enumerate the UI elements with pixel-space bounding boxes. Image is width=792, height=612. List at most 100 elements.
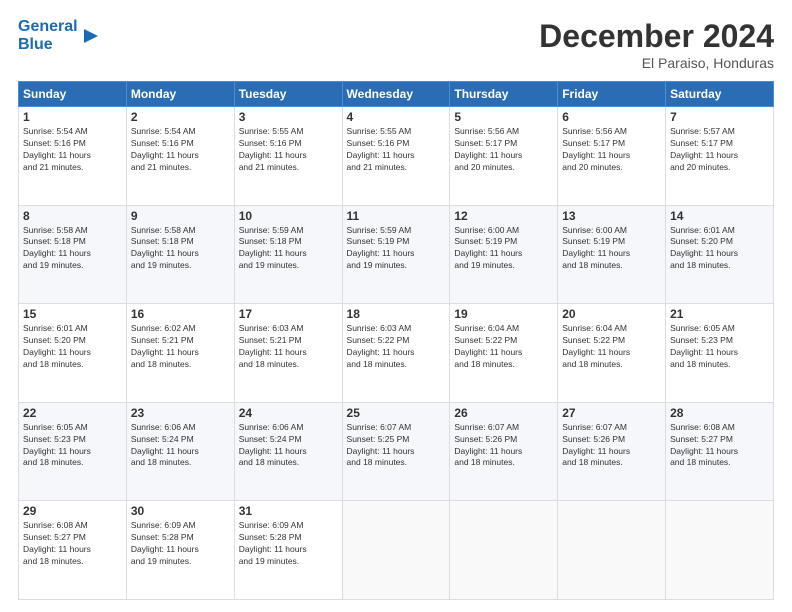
calendar-day-cell: 4Sunrise: 5:55 AM Sunset: 5:16 PM Daylig… [342, 107, 450, 206]
day-number: 31 [239, 504, 338, 518]
calendar-day-cell: 28Sunrise: 6:08 AM Sunset: 5:27 PM Dayli… [666, 402, 774, 501]
day-number: 22 [23, 406, 122, 420]
calendar-day-cell: 11Sunrise: 5:59 AM Sunset: 5:19 PM Dayli… [342, 205, 450, 304]
day-info: Sunrise: 6:01 AM Sunset: 5:20 PM Dayligh… [23, 323, 122, 371]
day-info: Sunrise: 5:58 AM Sunset: 5:18 PM Dayligh… [23, 225, 122, 273]
day-number: 18 [347, 307, 446, 321]
calendar-week-row: 1 Sunrise: 5:54 AM Sunset: 5:16 PM Daylig… [19, 107, 774, 206]
day-number: 27 [562, 406, 661, 420]
day-info: Sunrise: 5:54 AM Sunset: 5:16 PM Dayligh… [131, 126, 230, 174]
logo: General Blue [18, 18, 102, 53]
day-info: Sunrise: 5:55 AM Sunset: 5:16 PM Dayligh… [239, 126, 338, 174]
calendar-day-cell: 27 Sunrise: 6:07 AM Sunset: 5:26 PM Dayli… [558, 402, 666, 501]
calendar-day-cell [666, 501, 774, 600]
day-info: Sunrise: 6:08 AM Sunset: 5:27 PM Dayligh… [23, 520, 122, 568]
day-info: Sunrise: 6:06 AM Sunset: 5:24 PM Dayligh… [239, 422, 338, 470]
day-info: Sunrise: 6:01 AM Sunset: 5:20 PM Dayligh… [670, 225, 769, 273]
day-number: 11 [347, 209, 446, 223]
day-number: 2 [131, 110, 230, 124]
calendar-week-row: 8 Sunrise: 5:58 AM Sunset: 5:18 PM Daylig… [19, 205, 774, 304]
calendar-day-cell: 20 Sunrise: 6:04 AM Sunset: 5:22 PM Dayli… [558, 304, 666, 403]
day-info: Sunrise: 6:07 AM Sunset: 5:25 PM Dayligh… [347, 422, 446, 470]
day-number: 7 [670, 110, 769, 124]
day-number: 30 [131, 504, 230, 518]
day-info: Sunrise: 5:59 AM Sunset: 5:18 PM Dayligh… [239, 225, 338, 273]
calendar-day-cell: 7Sunrise: 5:57 AM Sunset: 5:17 PM Daylig… [666, 107, 774, 206]
day-number: 5 [454, 110, 553, 124]
day-info: Sunrise: 6:09 AM Sunset: 5:28 PM Dayligh… [239, 520, 338, 568]
day-info: Sunrise: 5:56 AM Sunset: 5:17 PM Dayligh… [454, 126, 553, 174]
calendar-day-cell: 19Sunrise: 6:04 AM Sunset: 5:22 PM Dayli… [450, 304, 558, 403]
day-number: 16 [131, 307, 230, 321]
calendar-day-header: Tuesday [234, 82, 342, 107]
day-number: 24 [239, 406, 338, 420]
calendar-day-cell: 16Sunrise: 6:02 AM Sunset: 5:21 PM Dayli… [126, 304, 234, 403]
day-info: Sunrise: 5:58 AM Sunset: 5:18 PM Dayligh… [131, 225, 230, 273]
calendar-week-row: 29 Sunrise: 6:08 AM Sunset: 5:27 PM Dayli… [19, 501, 774, 600]
day-number: 20 [562, 307, 661, 321]
calendar-day-cell: 6Sunrise: 5:56 AM Sunset: 5:17 PM Daylig… [558, 107, 666, 206]
calendar-header-row: SundayMondayTuesdayWednesdayThursdayFrid… [19, 82, 774, 107]
day-number: 15 [23, 307, 122, 321]
day-info: Sunrise: 5:54 AM Sunset: 5:16 PM Dayligh… [23, 126, 122, 174]
title-block: December 2024 El Paraiso, Honduras [539, 18, 774, 71]
calendar-day-header: Monday [126, 82, 234, 107]
day-info: Sunrise: 6:03 AM Sunset: 5:22 PM Dayligh… [347, 323, 446, 371]
day-info: Sunrise: 6:06 AM Sunset: 5:24 PM Dayligh… [131, 422, 230, 470]
day-info: Sunrise: 6:04 AM Sunset: 5:22 PM Dayligh… [454, 323, 553, 371]
calendar-week-row: 15 Sunrise: 6:01 AM Sunset: 5:20 PM Dayli… [19, 304, 774, 403]
day-number: 10 [239, 209, 338, 223]
day-info: Sunrise: 5:55 AM Sunset: 5:16 PM Dayligh… [347, 126, 446, 174]
calendar-day-cell: 30Sunrise: 6:09 AM Sunset: 5:28 PM Dayli… [126, 501, 234, 600]
page: General Blue December 2024 El Paraiso, H… [0, 0, 792, 612]
calendar-day-cell: 25 Sunrise: 6:07 AM Sunset: 5:25 PM Dayli… [342, 402, 450, 501]
day-info: Sunrise: 6:07 AM Sunset: 5:26 PM Dayligh… [454, 422, 553, 470]
day-number: 21 [670, 307, 769, 321]
calendar-day-header: Sunday [19, 82, 127, 107]
day-number: 3 [239, 110, 338, 124]
day-info: Sunrise: 6:03 AM Sunset: 5:21 PM Dayligh… [239, 323, 338, 371]
day-number: 29 [23, 504, 122, 518]
calendar-day-header: Friday [558, 82, 666, 107]
calendar-day-header: Wednesday [342, 82, 450, 107]
calendar-day-cell: 23 Sunrise: 6:06 AM Sunset: 5:24 PM Dayli… [126, 402, 234, 501]
day-info: Sunrise: 6:05 AM Sunset: 5:23 PM Dayligh… [670, 323, 769, 371]
calendar-day-cell: 29 Sunrise: 6:08 AM Sunset: 5:27 PM Dayli… [19, 501, 127, 600]
calendar-week-row: 22 Sunrise: 6:05 AM Sunset: 5:23 PM Dayli… [19, 402, 774, 501]
logo-arrow-icon [80, 25, 102, 47]
day-info: Sunrise: 6:05 AM Sunset: 5:23 PM Dayligh… [23, 422, 122, 470]
day-info: Sunrise: 6:07 AM Sunset: 5:26 PM Dayligh… [562, 422, 661, 470]
day-number: 8 [23, 209, 122, 223]
calendar-day-cell: 10 Sunrise: 5:59 AM Sunset: 5:18 PM Dayli… [234, 205, 342, 304]
location: El Paraiso, Honduras [539, 55, 774, 71]
day-number: 17 [239, 307, 338, 321]
calendar-day-cell: 12Sunrise: 6:00 AM Sunset: 5:19 PM Dayli… [450, 205, 558, 304]
header: General Blue December 2024 El Paraiso, H… [18, 18, 774, 71]
day-number: 12 [454, 209, 553, 223]
calendar-day-cell [342, 501, 450, 600]
calendar-table: SundayMondayTuesdayWednesdayThursdayFrid… [18, 81, 774, 600]
calendar-day-cell: 5 Sunrise: 5:56 AM Sunset: 5:17 PM Daylig… [450, 107, 558, 206]
calendar-day-header: Saturday [666, 82, 774, 107]
day-info: Sunrise: 6:00 AM Sunset: 5:19 PM Dayligh… [562, 225, 661, 273]
day-number: 14 [670, 209, 769, 223]
day-info: Sunrise: 5:56 AM Sunset: 5:17 PM Dayligh… [562, 126, 661, 174]
calendar-day-cell: 31 Sunrise: 6:09 AM Sunset: 5:28 PM Dayli… [234, 501, 342, 600]
calendar-day-cell [558, 501, 666, 600]
calendar-day-cell: 17 Sunrise: 6:03 AM Sunset: 5:21 PM Dayli… [234, 304, 342, 403]
calendar-day-cell: 15 Sunrise: 6:01 AM Sunset: 5:20 PM Dayli… [19, 304, 127, 403]
calendar-day-cell: 8 Sunrise: 5:58 AM Sunset: 5:18 PM Daylig… [19, 205, 127, 304]
day-number: 25 [347, 406, 446, 420]
calendar-day-cell [450, 501, 558, 600]
calendar-day-cell: 26 Sunrise: 6:07 AM Sunset: 5:26 PM Dayli… [450, 402, 558, 501]
day-number: 26 [454, 406, 553, 420]
calendar-day-cell: 21 Sunrise: 6:05 AM Sunset: 5:23 PM Dayli… [666, 304, 774, 403]
day-info: Sunrise: 6:04 AM Sunset: 5:22 PM Dayligh… [562, 323, 661, 371]
day-number: 9 [131, 209, 230, 223]
day-number: 23 [131, 406, 230, 420]
calendar-day-cell: 1 Sunrise: 5:54 AM Sunset: 5:16 PM Daylig… [19, 107, 127, 206]
day-info: Sunrise: 6:08 AM Sunset: 5:27 PM Dayligh… [670, 422, 769, 470]
day-number: 1 [23, 110, 122, 124]
calendar-day-cell: 14 Sunrise: 6:01 AM Sunset: 5:20 PM Dayli… [666, 205, 774, 304]
calendar-day-cell: 13Sunrise: 6:00 AM Sunset: 5:19 PM Dayli… [558, 205, 666, 304]
